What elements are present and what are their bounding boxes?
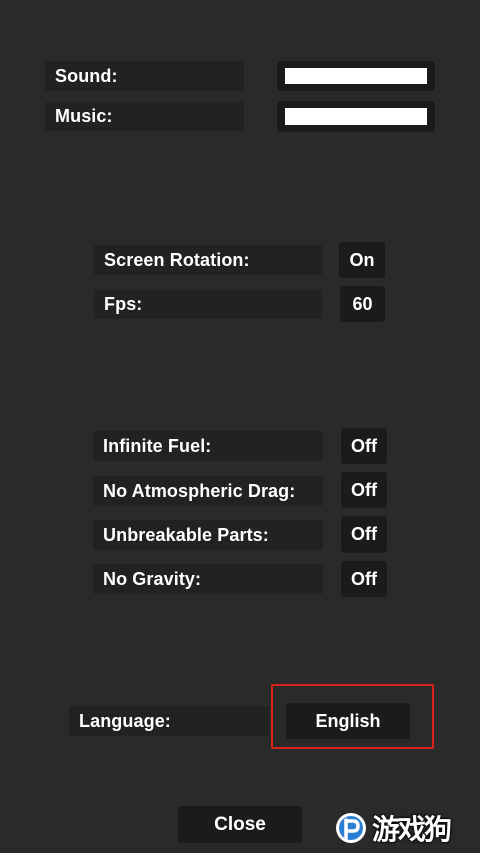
- no-gravity-label-text: No Gravity:: [103, 568, 202, 589]
- infinite-fuel-label-text: Infinite Fuel:: [103, 435, 212, 456]
- close-button-label: Close: [214, 813, 266, 835]
- unbreakable-parts-toggle[interactable]: Off: [341, 516, 387, 553]
- watermark-text: 游戏狗: [372, 813, 452, 846]
- unbreakable-parts-value: Off: [351, 524, 377, 544]
- unbreakable-parts-label: Unbreakable Parts:: [93, 520, 323, 550]
- no-atmospheric-drag-toggle[interactable]: Off: [341, 472, 387, 508]
- fps-button[interactable]: 60: [340, 286, 385, 322]
- sound-label: Sound:: [45, 61, 244, 91]
- music-label: Music:: [45, 102, 244, 131]
- sound-label-text: Sound:: [55, 65, 118, 86]
- music-label-text: Music:: [55, 106, 113, 126]
- fps-value: 60: [352, 293, 373, 314]
- music-slider[interactable]: [277, 101, 435, 132]
- language-label: Language:: [69, 706, 269, 736]
- screen-rotation-value: On: [349, 249, 375, 270]
- watermark: 游戏狗: [334, 803, 480, 853]
- screen-rotation-toggle[interactable]: On: [339, 242, 385, 278]
- language-highlight-box: [271, 684, 434, 749]
- infinite-fuel-label: Infinite Fuel:: [93, 431, 323, 461]
- no-gravity-toggle[interactable]: Off: [341, 561, 387, 597]
- no-atmospheric-drag-label: No Atmospheric Drag:: [93, 476, 323, 506]
- music-slider-fill: [285, 108, 427, 125]
- watermark-logo-icon: [334, 811, 368, 845]
- sound-slider[interactable]: [277, 61, 435, 91]
- infinite-fuel-value: Off: [351, 435, 377, 456]
- language-label-text: Language:: [79, 710, 171, 731]
- no-atmospheric-drag-label-text: No Atmospheric Drag:: [103, 480, 296, 501]
- fps-label: Fps:: [94, 290, 322, 319]
- no-gravity-value: Off: [351, 568, 377, 589]
- screen-rotation-label-text: Screen Rotation:: [104, 249, 250, 270]
- no-atmospheric-drag-value: Off: [351, 479, 377, 500]
- screen-rotation-label: Screen Rotation:: [94, 245, 322, 275]
- no-gravity-label: No Gravity:: [93, 564, 323, 594]
- infinite-fuel-toggle[interactable]: Off: [341, 428, 387, 464]
- close-button[interactable]: Close: [178, 806, 302, 843]
- unbreakable-parts-label-text: Unbreakable Parts:: [103, 524, 269, 545]
- fps-label-text: Fps:: [104, 294, 143, 314]
- sound-slider-fill: [285, 68, 427, 84]
